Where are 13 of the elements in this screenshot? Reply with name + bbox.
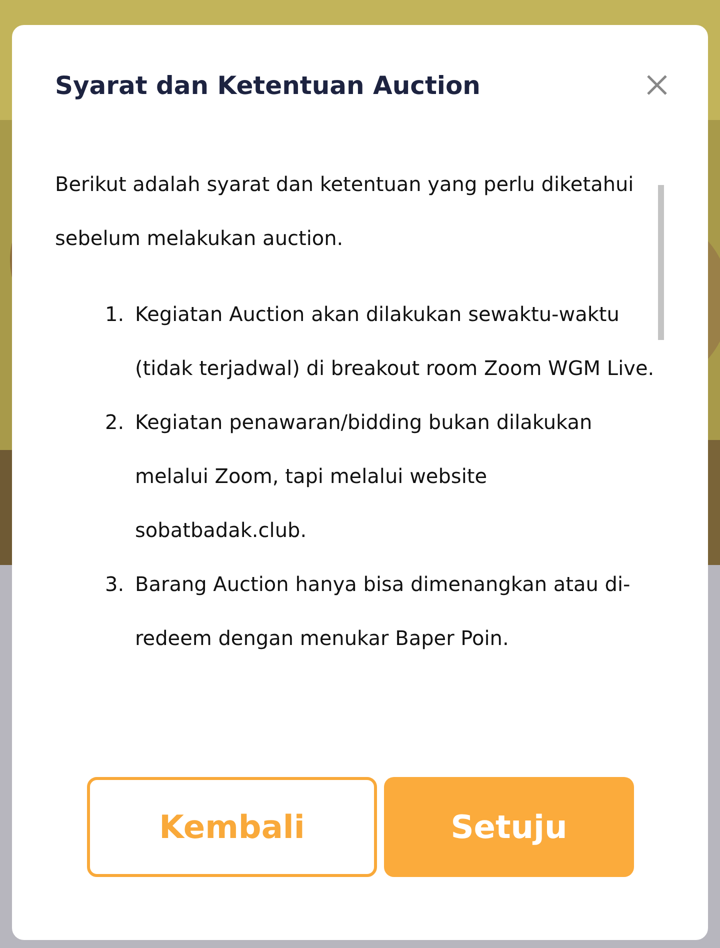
close-icon [646, 74, 668, 96]
term-text: Kegiatan Auction akan dilakukan sewaktu-waktu (tidak terjadwal) di breakout room Zoom WGM Live. [135, 301, 656, 382]
scrollbar-thumb[interactable] [658, 185, 664, 340]
agree-button[interactable]: Setuju [384, 777, 634, 877]
intro-text: Berikut adalah syarat dan ketentuan yang perlu diketahui sebelum melakukan auction. [55, 171, 635, 252]
dialog-title: Syarat dan Ketentuan Auction [55, 70, 480, 100]
back-button[interactable]: Kembali [87, 777, 377, 877]
term-number: 3. [105, 571, 126, 598]
close-button[interactable] [646, 74, 668, 96]
term-number: 1. [105, 301, 126, 328]
term-number: 2. [105, 409, 126, 436]
term-text: Barang Auction hanya bisa dimenangkan atau di-redeem dengan menukar Baper Poin. [135, 571, 632, 652]
term-text: Kegiatan penawaran/bidding bukan dilakukan melalui Zoom, tapi melalui website sobatbadak.club. [135, 409, 594, 544]
